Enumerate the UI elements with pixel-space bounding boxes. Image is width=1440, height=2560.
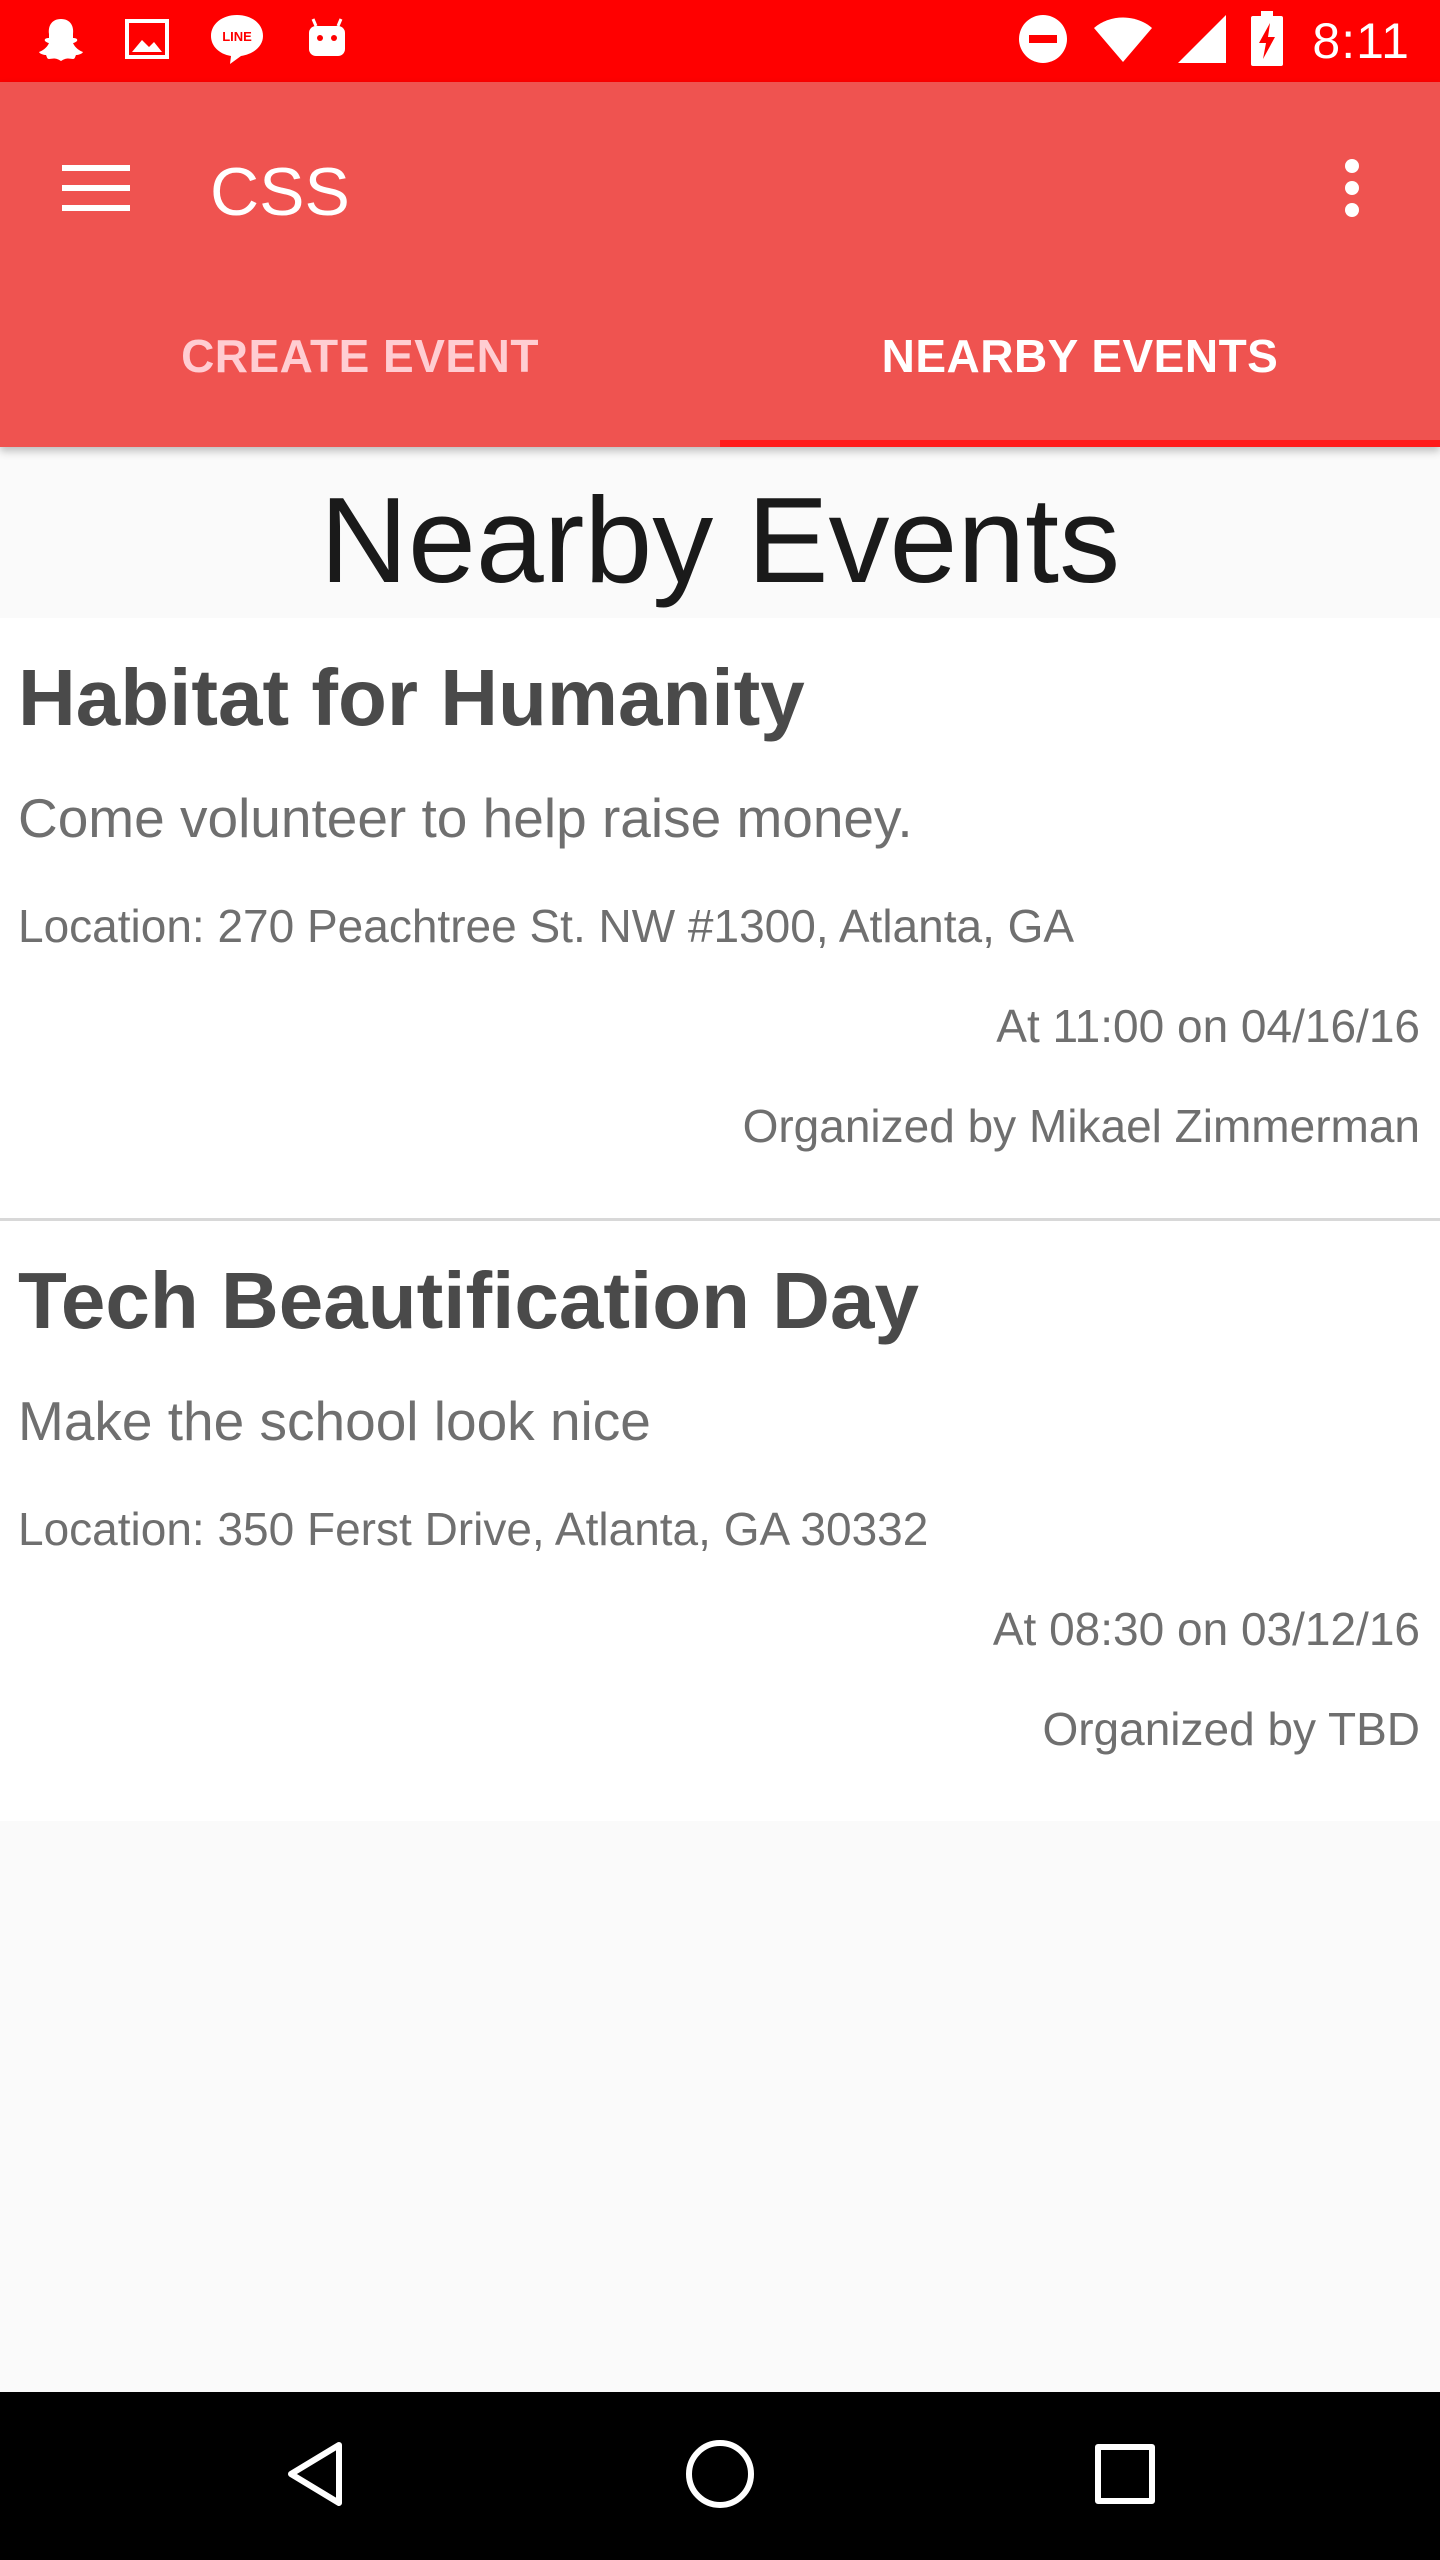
menu-button[interactable]: [48, 142, 144, 238]
overflow-menu-button[interactable]: [1304, 142, 1400, 238]
tab-bar: CREATE EVENT NEARBY EVENTS: [0, 264, 1440, 447]
home-icon: [684, 2438, 756, 2515]
snapchat-icon: [36, 14, 86, 69]
event-organizer: Organized by Mikael Zimmerman: [742, 1100, 1420, 1152]
event-list: Habitat for Humanity Come volunteer to h…: [0, 618, 1440, 1821]
page-title: Nearby Events: [319, 472, 1121, 608]
tab-nearby-events[interactable]: NEARBY EVENTS: [720, 264, 1440, 447]
event-description: Make the school look nice: [18, 1390, 651, 1452]
event-title: Habitat for Humanity: [18, 653, 805, 742]
status-bar: LINE 8:11: [0, 0, 1440, 82]
event-card[interactable]: Tech Beautification Day Make the school …: [0, 1221, 1440, 1821]
recents-button[interactable]: [1065, 2416, 1185, 2536]
tab-create-event[interactable]: CREATE EVENT: [0, 264, 720, 447]
line-icon: LINE: [208, 12, 266, 71]
svg-text:LINE: LINE: [222, 29, 252, 44]
back-icon: [283, 2439, 347, 2514]
event-location: Location: 350 Ferst Drive, Atlanta, GA 3…: [18, 1503, 929, 1555]
navigation-bar: [0, 2392, 1440, 2560]
status-time: 8:11: [1312, 13, 1410, 69]
back-button[interactable]: [255, 2416, 375, 2536]
battery-charging-icon: [1250, 10, 1284, 72]
do-not-disturb-icon: [1016, 12, 1070, 71]
event-organizer: Organized by TBD: [1042, 1703, 1420, 1755]
event-location: Location: 270 Peachtree St. NW #1300, At…: [18, 900, 1075, 952]
event-time: At 08:30 on 03/12/16: [992, 1603, 1420, 1655]
android-icon: [304, 16, 350, 67]
status-icons: 8:11: [1016, 10, 1410, 72]
event-time: At 11:00 on 04/16/16: [996, 1000, 1420, 1052]
wifi-icon: [1092, 14, 1154, 69]
hamburger-menu-icon: [62, 163, 130, 218]
event-title: Tech Beautification Day: [18, 1256, 919, 1345]
home-button[interactable]: [660, 2416, 780, 2536]
tab-label: NEARBY EVENTS: [881, 329, 1279, 382]
tab-indicator: [720, 440, 1440, 447]
notification-icons: LINE: [36, 14, 350, 68]
cell-signal-icon: [1176, 13, 1228, 70]
recents-icon: [1093, 2442, 1157, 2511]
tab-label: CREATE EVENT: [181, 329, 539, 382]
image-icon: [124, 16, 170, 67]
app-bar: CSS CREATE EVENT NEARBY EVENTS: [0, 82, 1440, 447]
event-card[interactable]: Habitat for Humanity Come volunteer to h…: [0, 618, 1440, 1218]
app-title: CSS: [210, 154, 350, 230]
event-description: Come volunteer to help raise money.: [18, 787, 913, 849]
more-vert-icon: [1344, 158, 1360, 223]
